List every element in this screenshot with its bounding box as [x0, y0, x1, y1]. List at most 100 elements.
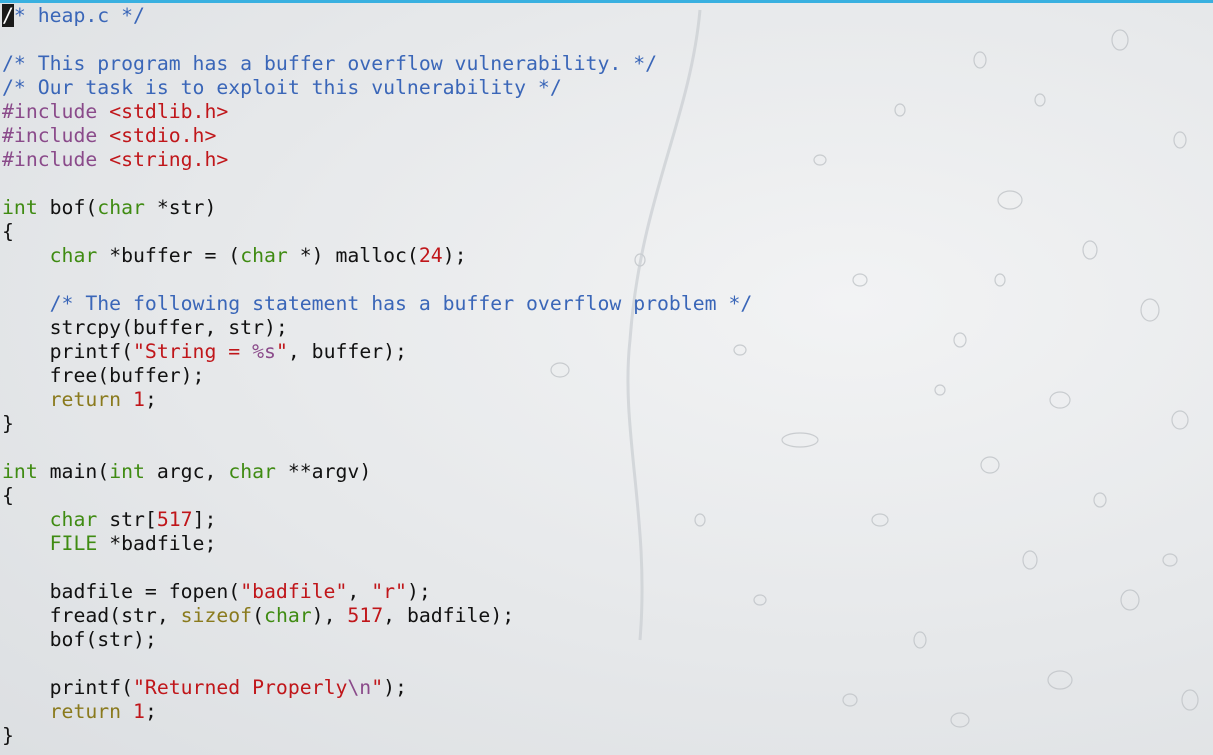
code-text: ( [252, 604, 265, 627]
preprocessor-directive: #include [2, 148, 110, 171]
code-text: *) malloc( [287, 244, 419, 267]
code-text: } [2, 724, 14, 747]
code-comment: /* Our task is to exploit this vulnerabi… [2, 76, 562, 99]
code-line[interactable]: /* This program has a buffer overflow vu… [2, 52, 752, 76]
code-text: ; [144, 388, 157, 411]
code-line[interactable] [2, 556, 752, 580]
type-keyword: char [264, 604, 312, 627]
number-literal: 517 [347, 604, 384, 627]
control-keyword: return [49, 388, 122, 411]
code-editor[interactable]: /* heap.c */ /* This program has a buffe… [2, 4, 752, 748]
include-path: <stdio.h> [109, 124, 217, 147]
number-literal: 24 [418, 244, 443, 267]
code-text: fread(str, [2, 604, 181, 627]
code-line[interactable]: /* The following statement has a buffer … [2, 292, 753, 316]
code-line[interactable]: return 1; [2, 700, 752, 724]
code-line[interactable]: bof(str); [2, 628, 752, 652]
type-keyword: int [2, 196, 38, 219]
code-line[interactable]: /* Our task is to exploit this vulnerabi… [2, 76, 752, 100]
code-text: **argv) [275, 460, 372, 483]
code-text: ]; [192, 508, 217, 531]
code-line[interactable]: #include <string.h> [2, 148, 752, 172]
string-literal: "String = [133, 340, 253, 363]
code-line[interactable]: #include <stdio.h> [2, 124, 752, 148]
code-line[interactable]: int main(int argc, char **argv) [2, 460, 752, 484]
code-text: , buffer); [287, 340, 407, 363]
string-literal: " [371, 676, 384, 699]
preprocessor-directive: #include [2, 100, 110, 123]
code-line[interactable] [2, 28, 752, 52]
code-line[interactable]: int bof(char *str) [2, 196, 752, 220]
preprocessor-directive: #include [2, 124, 110, 147]
type-keyword: char [240, 244, 288, 267]
code-line[interactable]: } [2, 412, 752, 436]
code-line[interactable]: /* heap.c */ [2, 4, 752, 28]
type-keyword: char [228, 460, 276, 483]
code-text: printf( [2, 676, 134, 699]
number-literal: 517 [156, 508, 193, 531]
type-keyword: char [97, 196, 145, 219]
code-text: ; [144, 700, 157, 723]
code-comment: /* This program has a buffer overflow vu… [2, 52, 658, 75]
code-line[interactable]: { [2, 220, 752, 244]
code-line[interactable]: { [2, 484, 752, 508]
number-literal: 1 [133, 700, 145, 723]
code-line[interactable]: char *buffer = (char *) malloc(24); [2, 244, 752, 268]
include-path: <stdlib.h> [109, 100, 229, 123]
code-line[interactable]: char str[517]; [2, 508, 752, 532]
code-line[interactable]: } [2, 724, 752, 748]
type-keyword: char [49, 508, 98, 531]
code-text: ); [383, 676, 407, 699]
string-literal: "r" [371, 580, 407, 603]
window-top-accent-bar [0, 0, 1213, 3]
code-line[interactable] [2, 652, 752, 676]
code-text: ); [406, 580, 431, 603]
code-text: } [2, 412, 14, 435]
code-text: main( [37, 460, 110, 483]
string-literal: "badfile" [240, 580, 348, 603]
type-keyword: int [2, 460, 38, 483]
code-line[interactable]: return 1; [2, 388, 752, 412]
code-line[interactable]: fread(str, sizeof(char), 517, badfile); [2, 604, 752, 628]
type-keyword: FILE [49, 532, 98, 555]
terminal-window: { "editor": { "file_name": "heap.c", "co… [0, 0, 1213, 755]
code-text: free(buffer); [2, 364, 205, 387]
text-cursor: / [2, 4, 14, 27]
code-line[interactable]: strcpy(buffer, str); [2, 316, 752, 340]
code-comment: /* The following statement has a buffer … [49, 292, 753, 315]
format-specifier: \n [347, 676, 372, 699]
code-text: str[ [97, 508, 157, 531]
string-literal: "Returned Properly [133, 676, 348, 699]
control-keyword: sizeof [180, 604, 253, 627]
code-line[interactable]: #include <stdlib.h> [2, 100, 752, 124]
code-text: argc, [144, 460, 229, 483]
code-line[interactable]: free(buffer); [2, 364, 752, 388]
code-line[interactable] [2, 172, 752, 196]
code-comment: * heap.c */ [13, 4, 145, 27]
code-text: *badfile; [97, 532, 217, 555]
code-line[interactable]: printf("String = %s", buffer); [2, 340, 752, 364]
code-text: , badfile); [383, 604, 515, 627]
code-text: { [2, 220, 14, 243]
type-keyword: char [49, 244, 98, 267]
code-line[interactable] [2, 436, 752, 460]
code-text: bof(str); [2, 628, 157, 651]
code-line[interactable]: printf("Returned Properly\n"); [2, 676, 752, 700]
code-line[interactable]: FILE *badfile; [2, 532, 752, 556]
code-line[interactable] [2, 268, 752, 292]
type-keyword: int [109, 460, 145, 483]
code-line[interactable]: badfile = fopen("badfile", "r"); [2, 580, 752, 604]
code-text: , [347, 580, 372, 603]
code-text: badfile = fopen( [2, 580, 241, 603]
code-text: printf( [2, 340, 134, 363]
string-literal: " [275, 340, 288, 363]
code-text: bof( [37, 196, 98, 219]
